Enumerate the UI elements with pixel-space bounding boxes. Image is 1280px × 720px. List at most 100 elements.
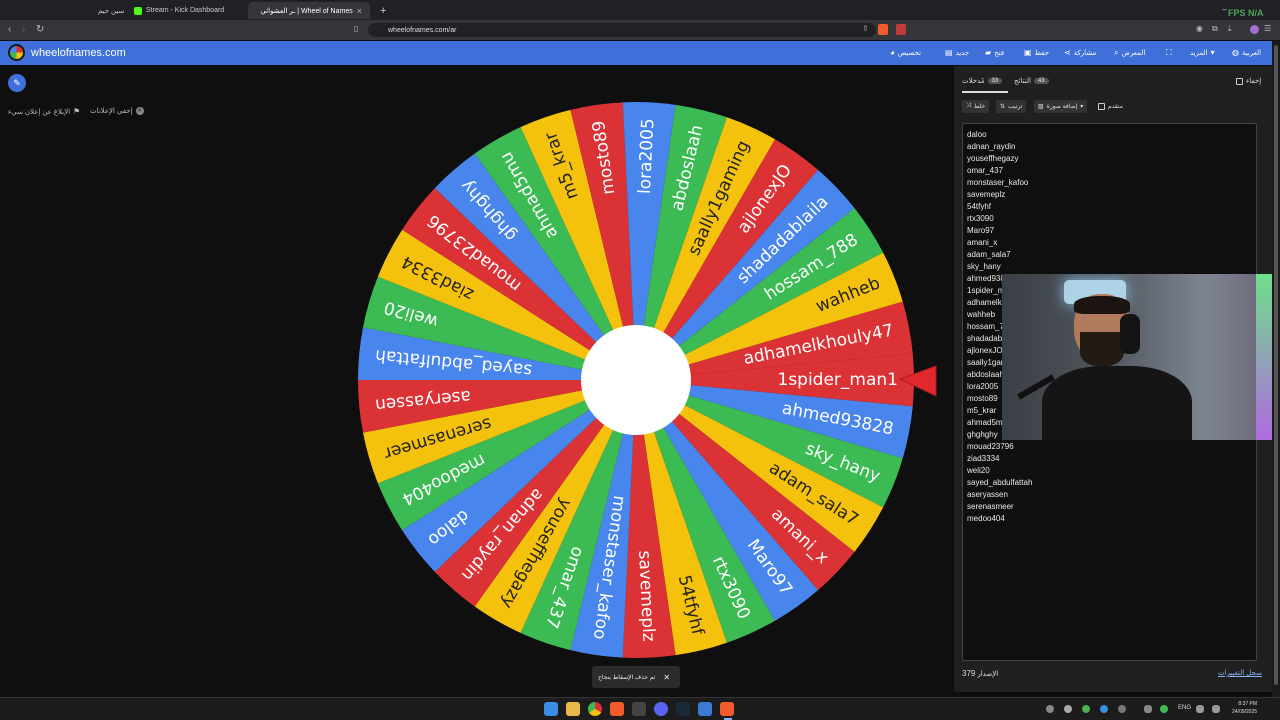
menu-new[interactable]: ▤ جديد [945,48,969,57]
chevron-up-icon[interactable] [1144,705,1152,713]
menu-save[interactable]: ▣ حفظ [1024,48,1049,57]
palette-icon: ◕ [890,48,895,57]
shuffle-button[interactable]: ⤨ خلط [962,100,990,113]
tray-icon[interactable] [1082,705,1090,713]
entry-line[interactable]: serenasmeer [967,501,1252,513]
forward-icon[interactable]: › [22,24,25,35]
site-header: wheelofnames.com ◕ تخصيص ▤ جديد ▰ فتح ▣ حفظ … [0,41,1280,65]
entry-line[interactable]: sky_hany [967,261,1252,273]
folder-icon: ▰ [985,48,992,57]
browser-tab-wheel[interactable]: ـر العشوائي | Wheel of Names × [248,2,370,19]
menu-label: المزيد [1190,49,1208,57]
browser-tab-sin-jim[interactable]: سين جيم [20,2,126,19]
hide-panel-toggle[interactable]: إخفاء [1236,77,1261,85]
entry-line[interactable]: rtx3090 [967,213,1252,225]
entry-line[interactable]: ziad3334 [967,453,1252,465]
brave-icon[interactable] [610,702,624,716]
entry-line[interactable]: adnan_raydin [967,141,1252,153]
wheel-pointer-icon [900,365,937,397]
browser-tab-strip: سين جيم Stream - Kick Dashboard ـر العشو… [0,0,1280,20]
entry-line[interactable]: aseryassen [967,489,1252,501]
hide-ads-link[interactable]: إخفي الإعلانات ✕ [90,107,144,115]
browser-menu-icon[interactable] [4,2,20,19]
bookmark-icon[interactable]: ▯ [354,24,358,33]
entry-line[interactable]: youseffhegazy [967,153,1252,165]
back-icon[interactable]: ‹ [8,24,11,35]
sort-label: ترتيب [1008,104,1023,110]
entry-line[interactable]: sayed_abdulfattah [967,477,1252,489]
tab-entries[interactable]: مُدخلات 33 [962,77,1003,85]
rgb-light [1256,274,1272,440]
browser-tab-kick[interactable]: Stream - Kick Dashboard [126,2,248,19]
puzzle-icon[interactable]: ⧉ [1212,24,1218,34]
language-indicator[interactable]: ENG [1178,705,1191,711]
entry-line[interactable]: omar_437 [967,165,1252,177]
discord-icon[interactable] [654,702,668,716]
app-icon[interactable] [632,702,646,716]
save-icon: ▣ [1024,48,1032,57]
minimize-icon[interactable]: – [1222,4,1227,14]
close-tab-icon[interactable]: × [357,6,362,16]
windows-start-icon[interactable] [544,702,558,716]
menu-open[interactable]: ▰ فتح [985,48,1004,57]
file-explorer-icon[interactable] [566,702,580,716]
hide-label: إخفاء [1246,78,1262,85]
entry-line[interactable]: weli20 [967,465,1252,477]
brave-shield-icon[interactable] [878,24,888,35]
download-icon[interactable]: ⤓ [1228,24,1232,34]
menu-fullscreen[interactable]: ⛶ [1166,48,1172,58]
scrollbar-thumb[interactable] [1274,45,1278,685]
tray-icon[interactable] [1064,705,1072,713]
extension-icon[interactable]: ◉ [1196,24,1203,33]
edit-button[interactable]: ✎ [8,74,26,92]
wifi-icon[interactable] [1196,705,1204,713]
brave-active-icon[interactable] [720,702,734,716]
share-page-icon[interactable]: ⇪ [862,24,869,33]
brave-rewards-icon[interactable] [896,24,906,35]
tray-icon[interactable] [1118,705,1126,713]
advanced-checkbox[interactable] [1098,103,1105,110]
reload-icon[interactable]: ↻ [36,24,44,35]
steam-icon[interactable] [676,702,690,716]
tray-icon[interactable] [1160,705,1168,713]
volume-icon[interactable] [1212,705,1220,713]
menu-language[interactable]: ◍ العربية [1232,48,1261,57]
profile-avatar[interactable] [1250,25,1259,34]
new-tab-button[interactable]: + [372,2,388,19]
system-clock[interactable]: 8:37 PM 24/09/2025 [1232,700,1257,716]
entry-line[interactable]: adam_sala7 [967,249,1252,261]
browser-menu-icon[interactable]: ☰ [1264,24,1271,33]
changelog-link[interactable]: سجل التغييرات [1218,669,1262,677]
entry-line[interactable]: savemeplz [967,189,1252,201]
tab-results[interactable]: النتائج 43 [1014,77,1049,85]
headphones [1120,314,1140,354]
chrome-icon[interactable] [588,702,602,716]
address-bar[interactable]: wheelofnames.com/ar [368,23,876,37]
site-brand[interactable]: wheelofnames.com [8,44,126,61]
menu-more[interactable]: المزيد ▾ [1190,48,1215,57]
entry-line[interactable]: 54tfyhf [967,201,1252,213]
entry-line[interactable]: medoo404 [967,513,1252,525]
entry-line[interactable]: monstaser_kafoo [967,177,1252,189]
menu-gallery[interactable]: ⌕ المعرض [1114,48,1145,58]
globe-icon: ◍ [1232,48,1239,57]
clock-time: 8:37 PM [1238,701,1258,707]
menu-customize[interactable]: ◕ تخصيص [890,48,921,57]
report-ad-link[interactable]: الإبلاغ عن إعلان سيء ⚑ [8,107,80,116]
entry-line[interactable]: daloo [967,129,1252,141]
add-image-button[interactable]: ▨ إضافة صورة ▾ [1034,100,1088,113]
advanced-label: متقدم [1108,104,1123,110]
tray-icon[interactable] [1046,705,1054,713]
entry-line[interactable]: amani_x [967,237,1252,249]
advanced-toggle[interactable]: متقدم [1094,100,1127,113]
wheel-center[interactable] [581,325,691,435]
menu-share[interactable]: ⋖ مشاركة [1064,48,1096,57]
wheel-of-names[interactable]: 1spider_man1ahmed93828sky_hanyadam_sala7… [356,100,916,660]
hide-checkbox[interactable] [1236,77,1243,85]
entry-line[interactable]: Maro97 [967,225,1252,237]
sort-button[interactable]: ⇅ ترتيب [996,100,1027,113]
entry-line[interactable]: mouad23796 [967,441,1252,453]
notepad-icon[interactable] [698,702,712,716]
toast-close-icon[interactable]: ✕ [663,673,670,682]
bluetooth-icon[interactable] [1100,705,1108,713]
